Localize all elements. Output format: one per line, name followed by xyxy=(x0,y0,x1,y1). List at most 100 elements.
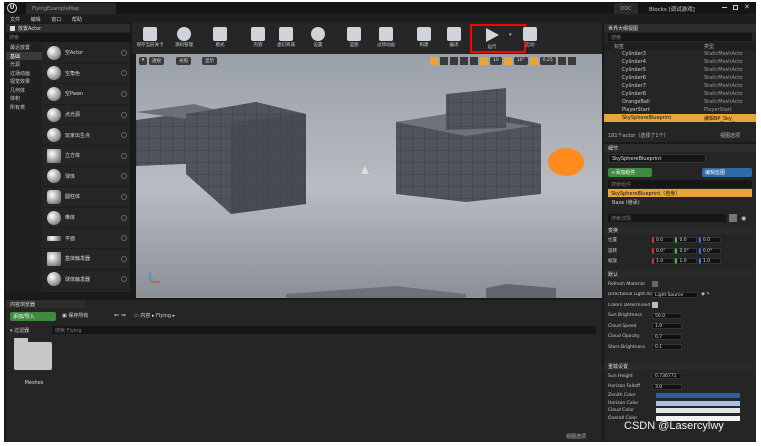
outliner-row[interactable]: Cylinder5 StaticMeshActo xyxy=(604,66,756,74)
close-icon[interactable]: ✕ xyxy=(744,3,750,11)
primitive-cylinder[interactable]: 圆柱体 xyxy=(43,187,130,208)
location-x[interactable]: 0.0 xyxy=(652,237,674,244)
primitive-sphere-trigger[interactable]: 球体触发器 xyxy=(43,270,130,291)
primitive-empty-character[interactable]: 空角色 xyxy=(43,64,130,85)
primitive-box-trigger[interactable]: 盒体触发器 xyxy=(43,249,130,270)
rotation-y[interactable]: 0.0° xyxy=(675,247,698,254)
toolbar-blueprints[interactable]: 蓝图 xyxy=(338,24,370,54)
menu-file[interactable]: 文件 xyxy=(10,17,20,23)
help-icon[interactable] xyxy=(121,173,127,180)
help-icon[interactable] xyxy=(121,152,127,159)
toolbar-cinematics[interactable]: 过场动画 xyxy=(370,24,402,54)
primitive-cube[interactable]: 立方体 xyxy=(43,146,130,167)
help-icon[interactable] xyxy=(121,255,127,262)
outliner-search[interactable]: 搜索 xyxy=(608,33,752,41)
outliner-view-options[interactable]: 视图选项 xyxy=(720,132,740,139)
edit-blueprint-button[interactable]: 编辑蓝图 xyxy=(702,168,752,177)
maximize-icon[interactable] xyxy=(733,5,738,10)
toolbar-build[interactable]: 构建 xyxy=(408,24,440,54)
rotation-z[interactable]: 0.0° xyxy=(698,247,721,254)
pick-actor-icon[interactable]: ◉ ✎ xyxy=(701,292,710,297)
details-search-input[interactable]: 搜索详情 xyxy=(611,216,631,222)
category-volumes[interactable]: 体积 xyxy=(6,94,42,103)
scale-x[interactable]: 1.0 xyxy=(652,258,674,265)
actor-name[interactable]: SkySphereBlueprint xyxy=(612,156,661,162)
content-search[interactable]: 搜索 Flying xyxy=(52,326,596,334)
scale-z[interactable]: 1.0 xyxy=(698,258,721,265)
colors-determined-checkbox[interactable] xyxy=(652,302,658,309)
help-icon[interactable] xyxy=(121,276,127,283)
directional-light-select[interactable]: Light Source xyxy=(652,291,698,298)
menu-window[interactable]: 窗口 xyxy=(51,17,61,23)
details-eye-icon[interactable]: ◉ xyxy=(741,215,746,222)
modes-search[interactable]: 搜索 xyxy=(6,33,130,42)
project-tab[interactable]: FlyingExampleMap xyxy=(26,3,116,14)
outliner-row[interactable]: Cylinder3 StaticMeshActo xyxy=(604,50,756,58)
content-view-options[interactable]: 视图选项 xyxy=(566,433,586,440)
category-basic[interactable]: 基础 xyxy=(6,51,42,60)
scale-y[interactable]: 1.0 xyxy=(675,258,698,265)
outliner-row[interactable]: Cylinder8 StaticMeshActo xyxy=(604,90,756,98)
sun-brightness-input[interactable]: 50.0 xyxy=(652,312,682,319)
location-y[interactable]: 0.0 xyxy=(675,237,698,244)
horizon-falloff-input[interactable]: 3.0 xyxy=(652,383,682,390)
rotation-x[interactable]: 0.0° xyxy=(652,247,674,254)
primitive-empty-actor[interactable]: 空Actor xyxy=(43,43,130,64)
component-search-input[interactable]: 搜索组件 xyxy=(611,182,631,188)
breadcrumb-flying[interactable]: Flying xyxy=(156,313,171,319)
stars-brightness-input[interactable]: 0.1 xyxy=(652,344,682,351)
toolbar-launch[interactable]: 启动 xyxy=(514,24,546,54)
help-icon[interactable] xyxy=(121,49,127,56)
category-lights[interactable]: 光源 xyxy=(6,60,42,69)
outliner-row[interactable]: OrangeBall StaticMeshActo xyxy=(604,98,756,106)
place-mode-icon[interactable] xyxy=(10,25,15,31)
content-search-input[interactable]: 搜索 Flying xyxy=(55,328,82,334)
toolbar-marketplace[interactable]: 虚幻商城 xyxy=(270,24,302,54)
primitive-empty-pawn[interactable]: 空Pawn xyxy=(43,84,130,105)
location-z[interactable]: 0.0 xyxy=(698,237,721,244)
toolbar-source-control[interactable]: 源码管理 xyxy=(168,24,200,54)
doc-tab[interactable]: DOC xyxy=(614,3,638,14)
help-icon[interactable] xyxy=(121,235,127,242)
minimize-icon[interactable] xyxy=(722,7,727,8)
outliner-row-selected[interactable]: SkySphereBlueprint 编辑BP_Sky_ xyxy=(604,114,756,122)
component-base[interactable]: Base (继承) xyxy=(612,199,640,206)
outliner-row[interactable]: PlayerStart PlayerStart xyxy=(604,106,756,114)
menu-edit[interactable]: 编辑 xyxy=(31,17,41,23)
toolbar-save[interactable]: 保存当前关卡 xyxy=(134,24,166,54)
transform-section[interactable]: 变换 xyxy=(604,226,756,234)
primitive-cone[interactable]: 椎体 xyxy=(43,208,130,229)
category-geometry[interactable]: 几何体 xyxy=(6,86,42,95)
outliner-col-type[interactable]: 类型 xyxy=(704,43,714,50)
history-nav[interactable]: ⇐ ⇒ xyxy=(114,312,126,319)
help-icon[interactable] xyxy=(121,193,127,200)
actor-name-field[interactable]: SkySphereBlueprint xyxy=(608,154,706,163)
default-section[interactable]: 默认 xyxy=(604,270,756,278)
outliner-row[interactable]: Cylinder6 StaticMeshActo xyxy=(604,74,756,82)
category-visual-effects[interactable]: 视觉效果 xyxy=(6,77,42,86)
category-cinematic[interactable]: 过场动画 xyxy=(6,69,42,78)
modes-search-input[interactable]: 搜索 xyxy=(9,35,19,41)
horizon-color-swatch[interactable] xyxy=(656,400,740,406)
component-self[interactable]: SkySphereBlueprint（自身） xyxy=(608,189,752,197)
cloud-speed-input[interactable]: 1.0 xyxy=(652,323,682,330)
save-all-button[interactable]: ▣ 保存所有 xyxy=(62,312,88,319)
add-import-button[interactable]: 添加/导入 xyxy=(10,312,56,321)
primitive-sphere[interactable]: 球体 xyxy=(43,167,130,188)
cloud-color-swatch[interactable] xyxy=(656,408,740,413)
toolbar-settings[interactable]: 设置 xyxy=(302,24,334,54)
outliner-row[interactable]: Cylinder7 StaticMeshActo xyxy=(604,82,756,90)
component-search[interactable]: 搜索组件 xyxy=(608,180,752,188)
toolbar-compile[interactable]: 编译 xyxy=(438,24,470,54)
add-component-button[interactable]: +添加组件 xyxy=(608,168,652,177)
help-icon[interactable] xyxy=(121,90,127,97)
level-viewport[interactable]: ▾ 透视 光照 显示 10 10° 0.25 xyxy=(136,54,602,298)
menu-help[interactable]: 帮助 xyxy=(72,17,82,23)
details-view-icon[interactable] xyxy=(729,214,737,222)
breadcrumb-root[interactable]: 内容 xyxy=(140,313,150,319)
play-dropdown-icon[interactable]: ▾ xyxy=(509,32,512,38)
help-icon[interactable] xyxy=(121,70,127,77)
cloud-opacity-input[interactable]: 0.7 xyxy=(652,333,682,340)
sun-height-input[interactable]: 0.736771 xyxy=(652,373,682,380)
filters-button[interactable]: ▾ 过滤器 xyxy=(10,327,29,334)
